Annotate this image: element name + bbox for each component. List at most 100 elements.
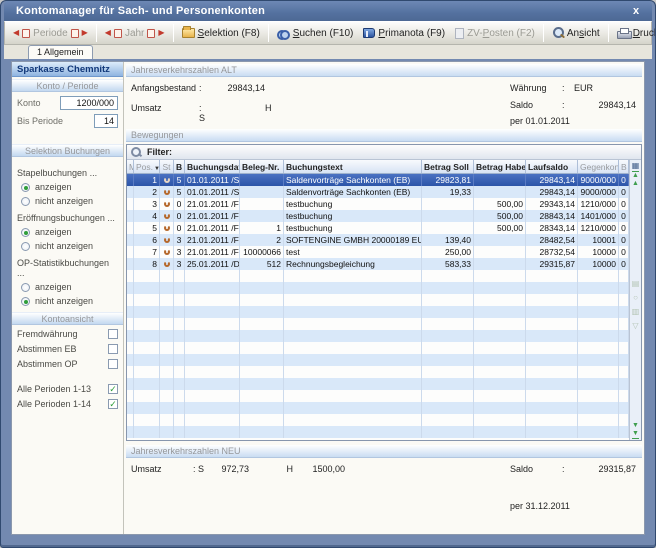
grid-tool-icon[interactable]: ▤ xyxy=(632,280,640,288)
page-down-icon[interactable]: ▼ xyxy=(632,422,639,430)
selektion-button[interactable]: Selektion (F8) xyxy=(177,26,265,41)
column-header-m[interactable]: M xyxy=(127,160,134,173)
table-row[interactable] xyxy=(127,414,629,426)
column-header-gegen[interactable]: Gegenkonto xyxy=(578,160,619,173)
column-header-st[interactable]: St xyxy=(160,160,174,173)
ansicht-button[interactable]: Ansicht xyxy=(547,25,605,41)
column-header-b[interactable]: B xyxy=(174,160,185,173)
table-row[interactable]: 7321.01.2011 /Fr10000066test250,0028732,… xyxy=(127,246,629,258)
grid-scrollbar[interactable]: ▦ ▲ ▲ ▤ ○ ▥ ▽ xyxy=(629,160,641,440)
tab-allgemein[interactable]: 1 Allgemein xyxy=(28,45,93,59)
column-picker-icon[interactable]: ▦ xyxy=(632,161,640,170)
drucken-button[interactable]: Drucken xyxy=(612,26,656,41)
radio-option[interactable]: nicht anzeigen xyxy=(21,296,118,306)
radio-icon[interactable] xyxy=(21,197,30,206)
sidebar: Sparkasse Chemnitz Konto / Periode Konto… xyxy=(12,62,124,534)
arrow-left-icon: ◀ xyxy=(13,29,19,37)
table-row[interactable]: 2501.01.2011 /SaSaldenvorträge Sachkonte… xyxy=(127,186,629,198)
period-box-icon xyxy=(71,29,79,38)
filter-bar[interactable]: Filter: xyxy=(127,145,641,160)
app-window: Kontomanager für Sach- und Personenkonte… xyxy=(0,0,656,548)
checkbox-icon[interactable]: ✓ xyxy=(108,359,118,369)
table-row[interactable]: 5021.01.2011 /Fr1testbuchung500,0028343,… xyxy=(127,222,629,234)
table-row[interactable]: 4021.01.2011 /Frtestbuchung500,0028843,1… xyxy=(127,210,629,222)
checkbox-icon[interactable]: ✓ xyxy=(108,399,118,409)
checkbox-row[interactable]: Alle Perioden 1-13 ✓ xyxy=(17,384,118,394)
section-bewegungen: Bewegungen xyxy=(126,129,642,142)
table-row[interactable] xyxy=(127,426,629,438)
table-row[interactable] xyxy=(127,282,629,294)
suchen-button[interactable]: Suchen (F10) xyxy=(272,26,359,41)
umsatz-neu-label: Umsatz xyxy=(131,464,193,532)
toolbar: ◀ Periode ▶ ◀ Jahr ▶ Selektion (F8) Such… xyxy=(4,21,652,45)
checkbox-row[interactable]: Alle Perioden 1-14 ✓ xyxy=(17,399,118,409)
status-icon xyxy=(164,177,170,183)
table-row[interactable]: 6321.01.2011 /Fr2SOFTENGINE GMBH 2000018… xyxy=(127,234,629,246)
table-row[interactable] xyxy=(127,354,629,366)
radio-option[interactable]: anzeigen xyxy=(21,182,118,192)
table-row[interactable] xyxy=(127,318,629,330)
table-row[interactable] xyxy=(127,270,629,282)
status-icon xyxy=(164,225,170,231)
radio-option[interactable]: nicht anzeigen xyxy=(21,241,118,251)
checkbox-row[interactable]: Abstimmen OP ✓ xyxy=(17,359,118,369)
column-header-soll[interactable]: Betrag Soll xyxy=(422,160,474,173)
table-row[interactable] xyxy=(127,294,629,306)
go-last-icon[interactable]: ▼ xyxy=(632,430,639,439)
column-header-b2[interactable]: B xyxy=(619,160,629,173)
radio-option[interactable]: nicht anzeigen xyxy=(21,196,118,206)
status-icon xyxy=(164,249,170,255)
column-header-haben[interactable]: Betrag Haben xyxy=(474,160,526,173)
filter-label: Filter: xyxy=(147,147,172,157)
title-bar[interactable]: Kontomanager für Sach- und Personenkonte… xyxy=(4,1,652,21)
table-row[interactable] xyxy=(127,306,629,318)
group-label-stapelbuchungen: Stapelbuchungen ... xyxy=(17,168,118,178)
main-panel: Sparkasse Chemnitz Konto / Periode Konto… xyxy=(11,61,645,535)
periode-prev-button[interactable]: ◀ Periode ▶ xyxy=(8,26,93,41)
checkbox-row[interactable]: Abstimmen EB ✓ xyxy=(17,344,118,354)
checkbox-row[interactable]: Fremdwährung ✓ xyxy=(17,329,118,339)
checkbox-icon[interactable]: ✓ xyxy=(108,344,118,354)
konto-input[interactable]: 1200/000 xyxy=(60,96,118,110)
checkbox-icon[interactable]: ✓ xyxy=(108,329,118,339)
table-row[interactable]: 8325.01.2011 /Di512Rechnungsbegleichung5… xyxy=(127,258,629,270)
page-up-icon[interactable]: ▲ xyxy=(632,180,639,188)
go-first-icon[interactable]: ▲ xyxy=(632,171,639,180)
primanota-button[interactable]: Primanota (F9) xyxy=(358,26,450,41)
radio-icon[interactable] xyxy=(21,297,30,306)
toolbar-separator xyxy=(608,24,609,42)
table-row[interactable]: 1501.01.2011 /SaSaldenvorträge Sachkonte… xyxy=(127,174,629,186)
column-header-datum[interactable]: Buchungsdatum xyxy=(185,160,240,173)
table-row[interactable]: 3021.01.2011 /Frtestbuchung500,0029343,1… xyxy=(127,198,629,210)
table-row[interactable] xyxy=(127,378,629,390)
toolbar-separator xyxy=(173,24,174,42)
bis-periode-input[interactable]: 14 xyxy=(94,114,118,128)
status-icon xyxy=(164,213,170,219)
column-header-beleg[interactable]: Beleg-Nr. xyxy=(240,160,284,173)
umsatz-soll-value: 972,73 xyxy=(207,464,249,532)
zv-posten-button[interactable]: ZV-Posten (F2) xyxy=(450,26,540,41)
jahr-prev-button[interactable]: ◀ Jahr ▶ xyxy=(100,26,170,41)
search-tool-icon[interactable]: ○ xyxy=(633,294,638,302)
column-header-text[interactable]: Buchungstext xyxy=(284,160,422,173)
table-row[interactable] xyxy=(127,330,629,342)
filter-tool-icon[interactable]: ▽ xyxy=(632,322,638,330)
edit-tool-icon[interactable]: ▥ xyxy=(632,308,640,316)
table-row[interactable] xyxy=(127,390,629,402)
radio-icon[interactable] xyxy=(21,283,30,292)
status-icon xyxy=(164,237,170,243)
radio-icon[interactable] xyxy=(21,242,30,251)
radio-icon[interactable] xyxy=(21,228,30,237)
year-box-icon xyxy=(147,29,155,38)
radio-option[interactable]: anzeigen xyxy=(21,282,118,292)
table-row[interactable] xyxy=(127,342,629,354)
table-row[interactable] xyxy=(127,366,629,378)
table-row[interactable] xyxy=(127,402,629,414)
checkbox-icon[interactable]: ✓ xyxy=(108,384,118,394)
radio-icon[interactable] xyxy=(21,183,30,192)
content-area: Jahresverkehrszahlen ALT Anfangsbestand … xyxy=(124,62,644,534)
column-header-lauf[interactable]: Laufsaldo xyxy=(526,160,578,173)
close-icon[interactable]: x xyxy=(628,5,644,17)
radio-option[interactable]: anzeigen xyxy=(21,227,118,237)
column-header-pos[interactable]: Pos.▼ xyxy=(134,160,160,173)
